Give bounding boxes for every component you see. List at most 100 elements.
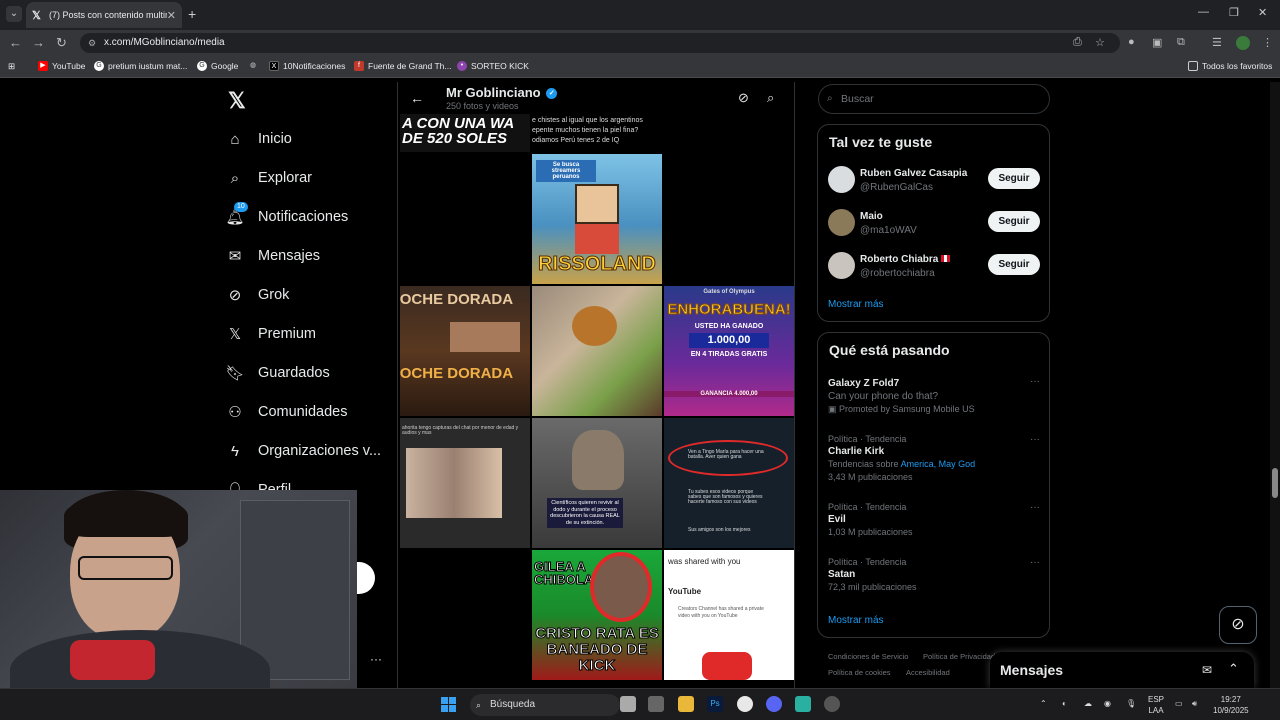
footer-link[interactable]: Política de Privacidad [923, 652, 995, 661]
bookmark-globe[interactable]: ◍ [248, 61, 258, 71]
forward-arrow-icon[interactable]: → [32, 35, 45, 50]
grok-icon[interactable]: ⊘ [738, 90, 749, 106]
chevron-up-icon[interactable]: ⌃ [1228, 661, 1239, 677]
trend-item[interactable]: Galaxy Z Fold7 Can your phone do that? ▣… [828, 376, 1040, 415]
footer-link[interactable]: Política de cookies [828, 668, 891, 677]
site-info-icon[interactable]: ⚙ [88, 33, 96, 53]
app-icon-2[interactable] [795, 696, 811, 712]
bookmark-youtube[interactable]: ▶ YouTube [38, 61, 85, 71]
nav-notificaciones[interactable]: 🔔︎ 10 Notificaciones [225, 202, 348, 226]
microphone-icon[interactable]: 🎙︎ [1126, 698, 1136, 709]
taskbar-search[interactable]: ⌕ Búsqueda [470, 694, 620, 716]
media-tile-cooking[interactable] [532, 286, 662, 416]
windows-start-icon[interactable] [441, 697, 456, 712]
nav-explorar[interactable]: ⌕ Explorar [226, 169, 312, 187]
search-input[interactable]: ⌕ Buscar [818, 84, 1050, 114]
minimize-button[interactable]: — [1198, 6, 1209, 18]
media-tile[interactable]: e chistes al igual que los argentinos ep… [532, 114, 662, 152]
back-arrow-icon[interactable]: ← [410, 90, 424, 106]
tab-search-dropdown[interactable]: ⌄ [6, 6, 22, 22]
app-icon-3[interactable] [824, 696, 840, 712]
page-scrollbar[interactable] [1270, 82, 1280, 688]
browser-tab-active[interactable]: 𝕏 (7) Posts con contenido multim ✕ [26, 2, 182, 28]
discord-icon[interactable] [766, 696, 782, 712]
extension-icon-2[interactable]: ▣ [1152, 36, 1162, 49]
more-options-icon[interactable]: ··· [1030, 376, 1040, 387]
back-arrow-icon[interactable]: ← [9, 35, 22, 50]
clock[interactable]: 19:27 10/9/2025 [1213, 694, 1249, 716]
all-bookmarks[interactable]: Todos los favoritos [1188, 61, 1272, 71]
more-options-icon[interactable]: ··· [1030, 434, 1040, 445]
volume-icon[interactable]: 🔊︎ [1192, 698, 1197, 709]
media-tile-blurred[interactable]: ahorita tengo capturas del chat por meno… [400, 418, 530, 548]
messages-drawer[interactable]: Mensajes ✉ ⌃ [990, 652, 1254, 688]
media-tile-enhorabuena[interactable]: Gates of Olympus ENHORABUENA! USTED HA G… [664, 286, 794, 416]
reading-list-icon[interactable]: ☰ [1212, 36, 1222, 49]
task-view-icon[interactable] [620, 696, 636, 712]
more-options-icon[interactable]: ··· [1030, 502, 1040, 513]
more-options-icon[interactable]: ··· [370, 652, 382, 666]
menu-kebab-icon[interactable]: ⋮ [1262, 36, 1273, 49]
app-icon[interactable] [648, 696, 664, 712]
bookmark-gta-font[interactable]: f Fuente de Grand Th... [354, 61, 451, 71]
onedrive-icon[interactable]: ☁ [1084, 698, 1092, 709]
bookmark-sorteo-kick[interactable]: • SORTEO KICK [457, 61, 529, 71]
nav-inicio[interactable]: ⌂ Inicio [226, 130, 291, 148]
scrollbar-thumb[interactable] [1272, 468, 1278, 498]
tab-close-icon[interactable]: ✕ [167, 9, 176, 22]
follow-button[interactable]: Seguir [988, 254, 1040, 275]
grok-floating-button[interactable]: ⊘ [1219, 606, 1257, 644]
media-tile-dodo[interactable]: Científicos quieren revivir al dodo y du… [532, 418, 662, 548]
media-tile-chibolas[interactable]: GILEA A CHIBOLAS CRISTO RATA ES BANEADO … [532, 550, 662, 680]
bookmark-notificaciones[interactable]: X 10Notificaciones [269, 61, 345, 71]
suggestion-row[interactable]: Ruben Galvez Casapia @RubenGalCas Seguir [828, 165, 1040, 197]
restore-button[interactable]: ❐ [1229, 6, 1239, 19]
reload-icon[interactable]: ↻ [56, 35, 67, 51]
file-explorer-icon[interactable] [678, 696, 694, 712]
address-bar[interactable]: ⚙ x.com/MGoblinciano/media [80, 33, 1120, 53]
trend-item[interactable]: Política · Tendencia Charlie Kirk Tenden… [828, 434, 1040, 482]
follow-button[interactable]: Seguir [988, 211, 1040, 232]
footer-link[interactable]: Accesibilidad [906, 668, 950, 677]
nav-grok[interactable]: ⊘ Grok [226, 286, 290, 304]
language-indicator[interactable]: ESP LAA [1148, 694, 1164, 716]
close-window-button[interactable]: ✕ [1258, 6, 1267, 19]
trend-item[interactable]: Política · Tendencia Evil 1,03 M publica… [828, 502, 1040, 537]
new-tab-button[interactable]: + [188, 6, 196, 22]
show-more-link[interactable]: Mostrar más [828, 299, 884, 310]
trend-item[interactable]: Política · Tendencia Satan 72,3 mil publ… [828, 557, 1040, 592]
chrome-icon[interactable] [737, 696, 753, 712]
nav-organizaciones[interactable]: ϟ Organizaciones v... [226, 442, 381, 460]
show-more-trends-link[interactable]: Mostrar más [828, 615, 884, 626]
new-message-icon[interactable]: ✉ [1202, 663, 1212, 677]
apps-grid-icon[interactable]: ⊞ [8, 61, 15, 72]
more-options-icon[interactable]: ··· [1030, 557, 1040, 568]
x-logo-icon[interactable]: 𝕏 [228, 88, 246, 114]
media-tile-rissoland[interactable]: Se busca streamers peruanos RISSOLAND [532, 154, 662, 284]
extension-icon[interactable]: ● [1128, 36, 1135, 48]
show-hidden-icons[interactable]: ⌃ [1040, 698, 1047, 709]
media-tile-chat[interactable]: Ven a Tingo María para hacer una batalla… [664, 418, 794, 548]
scroll-handle[interactable] [357, 562, 375, 594]
tray-icon[interactable]: ◐ [1062, 698, 1067, 709]
nav-comunidades[interactable]: ⚇ Comunidades [226, 403, 347, 421]
photoshop-icon[interactable]: Ps [707, 696, 723, 712]
nav-mensajes[interactable]: ✉ Mensajes [226, 247, 320, 265]
media-tile[interactable]: A CON UNA WA DE 520 SOLES [400, 114, 530, 152]
suggestion-row[interactable]: Roberto Chiabra @robertochiabra Seguir [828, 251, 1040, 283]
search-icon[interactable]: ⌕ [767, 90, 774, 106]
bookmark-pretium[interactable]: Gpretium iustum mat... [94, 61, 187, 71]
media-tile-noche[interactable]: NOCHE DORADA NOCHE DORADA [400, 286, 530, 416]
profile-avatar[interactable] [1236, 36, 1250, 50]
bookmark-star-icon[interactable]: ☆ [1095, 36, 1105, 49]
install-app-icon[interactable]: ⎙ [1073, 36, 1082, 49]
footer-link[interactable]: Condiciones de Servicio [828, 652, 908, 661]
network-icon[interactable]: ▭ [1175, 698, 1183, 709]
nav-premium[interactable]: 𝕏 Premium [226, 325, 316, 343]
follow-button[interactable]: Seguir [988, 168, 1040, 189]
suggestion-row[interactable]: Maio @ma1oWAV Seguir [828, 208, 1040, 240]
tray-icon[interactable]: ◉ [1104, 698, 1111, 709]
media-tile-youtube[interactable]: was shared with you YouTube Creators Cha… [664, 550, 794, 680]
bookmark-google[interactable]: G Google [197, 61, 238, 71]
extensions-puzzle-icon[interactable]: ⧉ [1177, 36, 1185, 49]
